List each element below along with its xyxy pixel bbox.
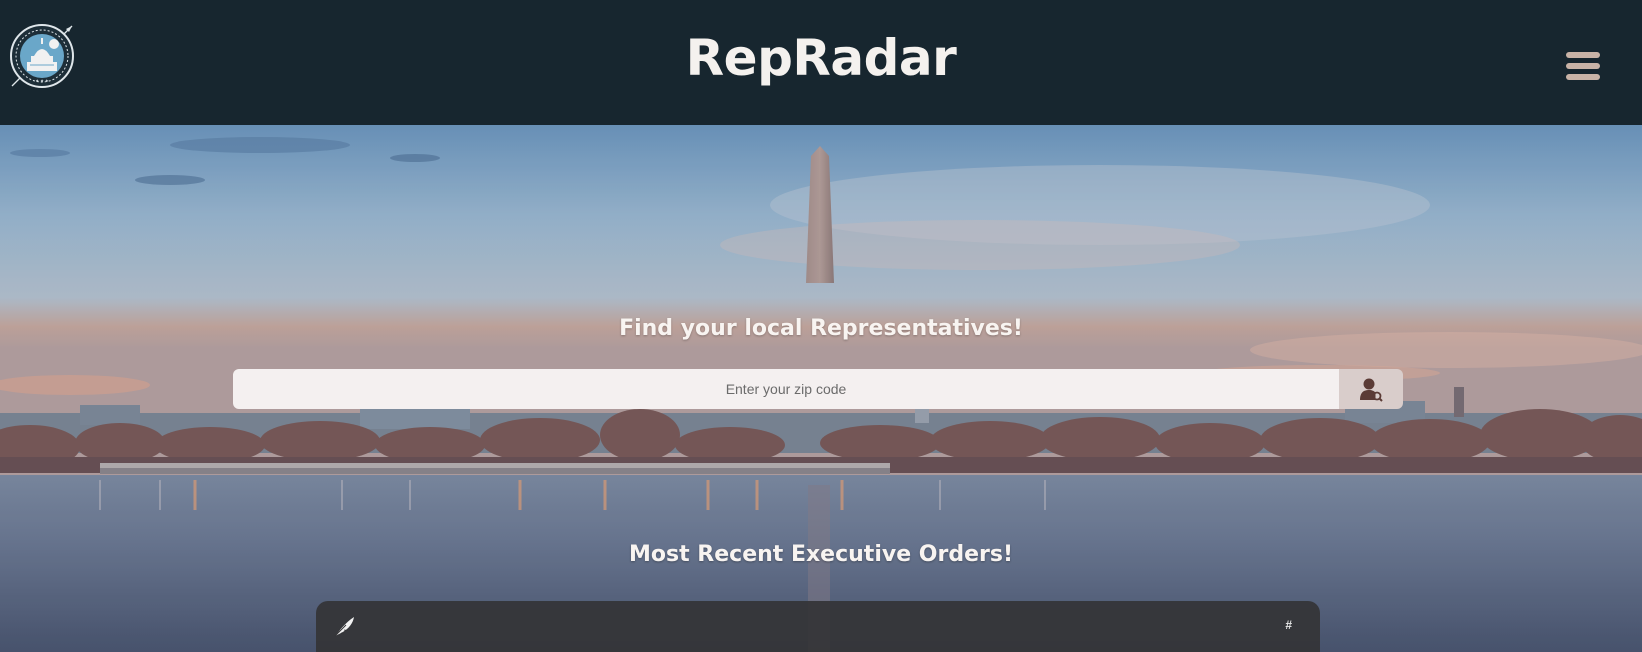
order-number-column-header: # [1285, 618, 1292, 632]
menu-bar [1566, 52, 1600, 58]
quill-feather-icon [334, 617, 354, 637]
site-logo[interactable]: ★ ★ ★ [8, 22, 76, 90]
menu-bar [1566, 74, 1600, 80]
executive-orders-heading: Most Recent Executive Orders! [629, 542, 1013, 567]
menu-bar [1566, 63, 1600, 69]
site-title: RepRadar [685, 29, 957, 87]
capitol-compass-logo-icon: ★ ★ ★ [10, 24, 74, 88]
site-header: ★ ★ ★ RepRadar [0, 0, 1642, 125]
representative-search-icon [1360, 378, 1383, 402]
svg-text:★ ★ ★: ★ ★ ★ [35, 78, 49, 83]
zip-search-form [233, 369, 1403, 409]
find-representatives-heading: Find your local Representatives! [619, 316, 1023, 341]
hero-section: Find your local Representatives! Most Re… [0, 125, 1642, 652]
hamburger-menu-button[interactable] [1566, 52, 1600, 80]
representative-search-button[interactable] [1339, 369, 1403, 409]
zip-code-input[interactable] [233, 369, 1339, 409]
executive-orders-table: # [316, 601, 1320, 652]
